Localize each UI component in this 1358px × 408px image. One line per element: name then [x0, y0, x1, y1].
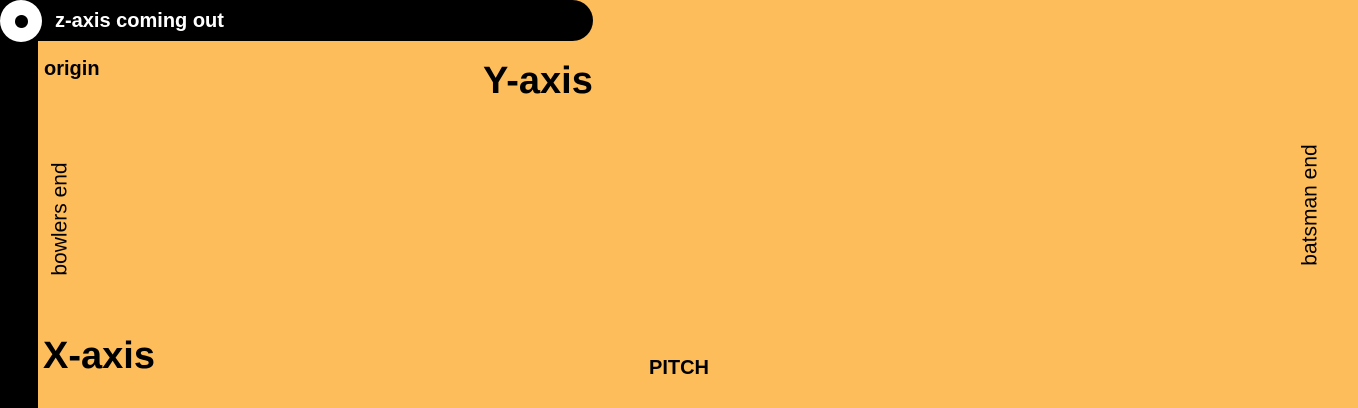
z-axis-out-of-page-icon — [0, 0, 42, 42]
bowlers-end-label: bowlers end — [48, 162, 72, 276]
y-axis-label: Y-axis — [483, 60, 593, 102]
origin-label: origin — [44, 58, 100, 80]
pitch-label: PITCH — [649, 357, 709, 379]
x-axis-label: X-axis — [43, 335, 155, 377]
pitch-diagram: z-axis coming out origin Y-axis X-axis P… — [0, 0, 1358, 408]
z-axis-dot — [14, 14, 28, 28]
batsman-end-label: batsman end — [1298, 144, 1322, 266]
y-axis-line — [0, 0, 38, 408]
z-axis-label: z-axis coming out — [55, 10, 224, 32]
